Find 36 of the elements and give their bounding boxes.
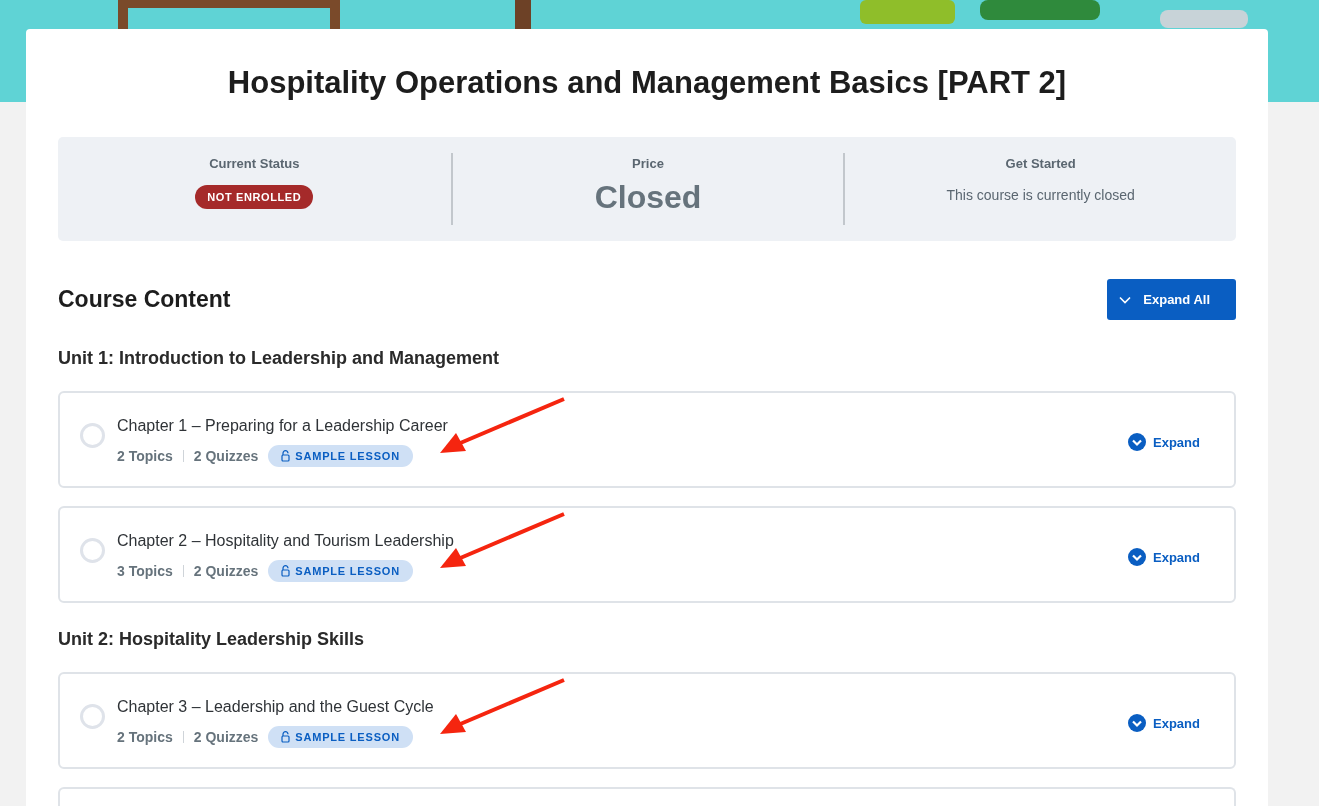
lesson-card[interactable]: Chapter 3 – Leadership and the Guest Cycle 2 Topics 2 Quizzes SAMPLE LESSON Expand [58, 672, 1236, 769]
padlock-icon [281, 450, 291, 462]
quizzes-count: 2 Quizzes [193, 729, 259, 745]
unit-heading: Unit 1: Introduction to Leadership and Management [58, 348, 501, 369]
topics-count: 2 Topics [117, 448, 173, 464]
sample-lesson-badge: SAMPLE LESSON [268, 445, 413, 467]
lesson-card[interactable]: Chapter 1 – Preparing for a Leadership Career 2 Topics 2 Quizzes SAMPLE LESSON Expand [58, 391, 1236, 488]
lesson-title[interactable]: Chapter 1 – Preparing for a Leadership Career [117, 417, 1129, 435]
lesson-title[interactable]: Chapter 2 – Hospitality and Tourism Leadership [117, 532, 1129, 550]
chevron-circle-icon [1128, 548, 1147, 566]
quizzes-count: 2 Quizzes [193, 563, 259, 579]
info-label: Price [632, 156, 664, 171]
get-started-text: This course is currently closed [946, 187, 1135, 203]
topics-count: 3 Topics [117, 563, 173, 579]
padlock-icon [281, 565, 291, 577]
sample-lesson-badge: SAMPLE LESSON [268, 560, 413, 582]
sample-lesson-badge: SAMPLE LESSON [268, 726, 413, 748]
expand-all-button[interactable]: Expand All [1107, 279, 1236, 320]
section-heading: Course Content [58, 286, 231, 313]
padlock-icon [281, 731, 291, 743]
info-label: Get Started [1005, 156, 1076, 171]
price-value: Closed [594, 179, 702, 216]
expand-button[interactable]: Expand [1128, 714, 1200, 732]
topics-count: 2 Topics [117, 729, 173, 745]
course-title: Hospitality Operations and Management Basics [PART 2] [226, 65, 1068, 101]
status-badge: NOT ENROLLED [195, 185, 314, 209]
info-label: Current Status [209, 156, 300, 171]
lesson-card[interactable]: Chapter 2 – Hospitality and Tourism Leadership 3 Topics 2 Quizzes SAMPLE LESSON Expand [58, 506, 1236, 603]
expand-button[interactable]: Expand [1128, 433, 1200, 451]
chevron-circle-icon [1128, 714, 1147, 732]
unit-heading: Unit 2: Hospitality Leadership Skills [58, 629, 366, 650]
quizzes-count: 2 Quizzes [193, 448, 259, 464]
expand-button[interactable]: Expand [1128, 548, 1200, 566]
lesson-title[interactable]: Chapter 3 – Leadership and the Guest Cycle [117, 698, 1129, 716]
chevron-circle-icon [1128, 433, 1147, 451]
chevron-down-icon [1119, 295, 1132, 304]
